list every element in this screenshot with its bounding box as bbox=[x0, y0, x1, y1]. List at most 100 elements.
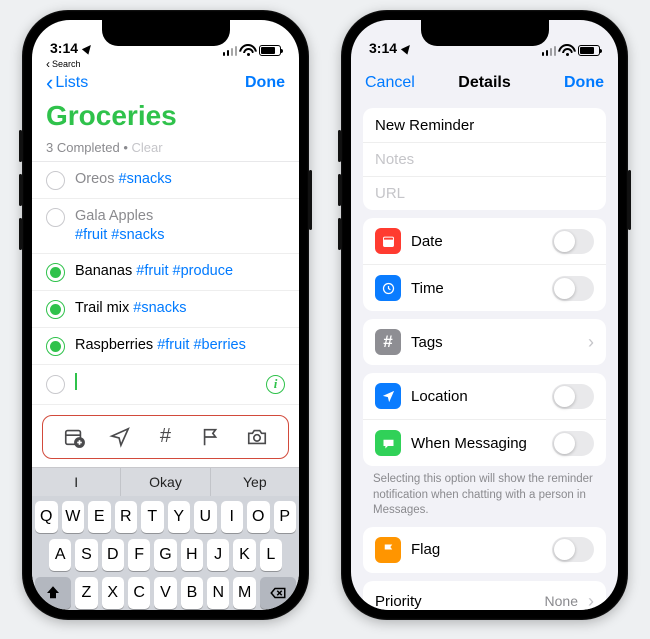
nav-done-button[interactable]: Done bbox=[245, 74, 285, 92]
new-item-input[interactable]: i bbox=[32, 365, 299, 405]
location-row[interactable]: Location bbox=[363, 373, 606, 419]
row-label: Tags bbox=[411, 334, 578, 351]
completed-summary: 3 Completed • Clear bbox=[32, 140, 299, 162]
toggle[interactable] bbox=[552, 276, 594, 301]
list-item[interactable]: Raspberries #fruit #berries bbox=[32, 328, 299, 365]
key-v[interactable]: V bbox=[154, 577, 176, 609]
location-icon bbox=[375, 383, 401, 409]
key-c[interactable]: C bbox=[128, 577, 150, 609]
suggestion[interactable]: Yep bbox=[210, 468, 299, 496]
clear-button[interactable]: Clear bbox=[132, 140, 163, 155]
key-g[interactable]: G bbox=[154, 539, 176, 571]
row-label: Location bbox=[411, 388, 542, 405]
date-row[interactable]: Date bbox=[363, 218, 606, 264]
key-u[interactable]: U bbox=[194, 501, 217, 533]
flag-group: Flag bbox=[363, 527, 606, 573]
suggestion[interactable]: Okay bbox=[120, 468, 209, 496]
nav-back-button[interactable]: ‹ Lists bbox=[46, 74, 88, 92]
key-k[interactable]: K bbox=[233, 539, 255, 571]
item-text: Bananas bbox=[75, 263, 136, 279]
notch bbox=[102, 20, 230, 46]
list-item[interactable]: Gala Apples#fruit #snacks bbox=[32, 199, 299, 254]
list-item[interactable]: Trail mix #snacks bbox=[32, 291, 299, 328]
item-text: Trail mix bbox=[75, 300, 133, 316]
url-input[interactable]: URL bbox=[363, 176, 606, 210]
nav-back-label: Lists bbox=[55, 74, 88, 92]
key-z[interactable]: Z bbox=[75, 577, 97, 609]
breadcrumb-back[interactable]: ‹ Search bbox=[46, 59, 81, 69]
tags-group: # Tags › bbox=[363, 319, 606, 365]
chevron-left-icon: ‹ bbox=[46, 60, 50, 69]
flag-row[interactable]: Flag bbox=[363, 527, 606, 573]
notes-input[interactable]: Notes bbox=[363, 142, 606, 176]
item-tags[interactable]: #snacks bbox=[133, 300, 186, 316]
time-row[interactable]: Time bbox=[363, 264, 606, 311]
priority-row[interactable]: Priority None › bbox=[363, 581, 606, 610]
key-p[interactable]: P bbox=[274, 501, 297, 533]
key-e[interactable]: E bbox=[88, 501, 111, 533]
location-arrow-icon bbox=[401, 42, 413, 54]
item-tags[interactable]: #fruit #snacks bbox=[75, 227, 164, 243]
key-l[interactable]: L bbox=[260, 539, 282, 571]
checkbox-icon[interactable] bbox=[46, 337, 65, 356]
key-j[interactable]: J bbox=[207, 539, 229, 571]
phone-left: 3:14 ‹ Search ‹ Lists Done Groceries 3 C… bbox=[22, 10, 309, 620]
reminder-title-input[interactable]: New Reminder bbox=[363, 108, 606, 142]
toggle[interactable] bbox=[552, 384, 594, 409]
checkbox-icon[interactable] bbox=[46, 208, 65, 227]
done-button[interactable]: Done bbox=[564, 74, 604, 92]
completed-count[interactable]: 3 Completed bbox=[46, 140, 120, 155]
messaging-hint: Selecting this option will show the remi… bbox=[351, 466, 618, 519]
item-tags[interactable]: #fruit #berries bbox=[157, 337, 246, 353]
toggle[interactable] bbox=[552, 537, 594, 562]
messaging-row[interactable]: When Messaging bbox=[363, 419, 606, 466]
key-d[interactable]: D bbox=[102, 539, 124, 571]
suggestion[interactable]: I bbox=[32, 468, 120, 496]
key-h[interactable]: H bbox=[181, 539, 203, 571]
cancel-button[interactable]: Cancel bbox=[365, 74, 415, 92]
key-o[interactable]: O bbox=[247, 501, 270, 533]
key-r[interactable]: R bbox=[115, 501, 138, 533]
checkbox-icon[interactable] bbox=[46, 171, 65, 190]
camera-icon[interactable] bbox=[246, 426, 268, 448]
flag-icon[interactable] bbox=[200, 426, 222, 448]
checkbox-icon[interactable] bbox=[46, 375, 65, 394]
toggle[interactable] bbox=[552, 229, 594, 254]
battery-icon bbox=[578, 45, 600, 56]
key-s[interactable]: S bbox=[75, 539, 97, 571]
checkbox-icon[interactable] bbox=[46, 263, 65, 282]
location-icon[interactable] bbox=[109, 426, 131, 448]
key-q[interactable]: Q bbox=[35, 501, 58, 533]
key-b[interactable]: B bbox=[181, 577, 203, 609]
checkbox-icon[interactable] bbox=[46, 300, 65, 319]
quick-actions-toolbar: # bbox=[42, 415, 289, 459]
row-label: When Messaging bbox=[411, 435, 542, 452]
key-f[interactable]: F bbox=[128, 539, 150, 571]
key-a[interactable]: A bbox=[49, 539, 71, 571]
key-m[interactable]: M bbox=[233, 577, 255, 609]
toggle[interactable] bbox=[552, 431, 594, 456]
clock-icon bbox=[375, 275, 401, 301]
date-time-group: Date Time bbox=[363, 218, 606, 311]
key-y[interactable]: Y bbox=[168, 501, 191, 533]
hashtag-icon[interactable]: # bbox=[154, 426, 176, 448]
list-item[interactable]: Bananas #fruit #produce bbox=[32, 254, 299, 291]
wifi-icon bbox=[560, 46, 574, 56]
key-i[interactable]: I bbox=[221, 501, 244, 533]
priority-list-group: Priority None › List Groceries › bbox=[363, 581, 606, 610]
calendar-add-icon[interactable] bbox=[63, 426, 85, 448]
placeholder: Notes bbox=[375, 151, 414, 168]
list-item[interactable]: Oreos #snacks bbox=[32, 162, 299, 199]
keyboard: QWERTYUIOP ASDFGHJKL ZXCVBNM 123 space r… bbox=[32, 496, 299, 610]
key-x[interactable]: X bbox=[102, 577, 124, 609]
key-t[interactable]: T bbox=[141, 501, 164, 533]
key-n[interactable]: N bbox=[207, 577, 229, 609]
key-w[interactable]: W bbox=[62, 501, 85, 533]
tags-row[interactable]: # Tags › bbox=[363, 319, 606, 365]
shift-key[interactable] bbox=[35, 577, 71, 609]
backspace-key[interactable] bbox=[260, 577, 296, 609]
item-tags[interactable]: #snacks bbox=[119, 171, 172, 187]
info-icon[interactable]: i bbox=[266, 375, 285, 394]
flag-icon bbox=[375, 537, 401, 563]
item-tags[interactable]: #fruit #produce bbox=[136, 263, 233, 279]
